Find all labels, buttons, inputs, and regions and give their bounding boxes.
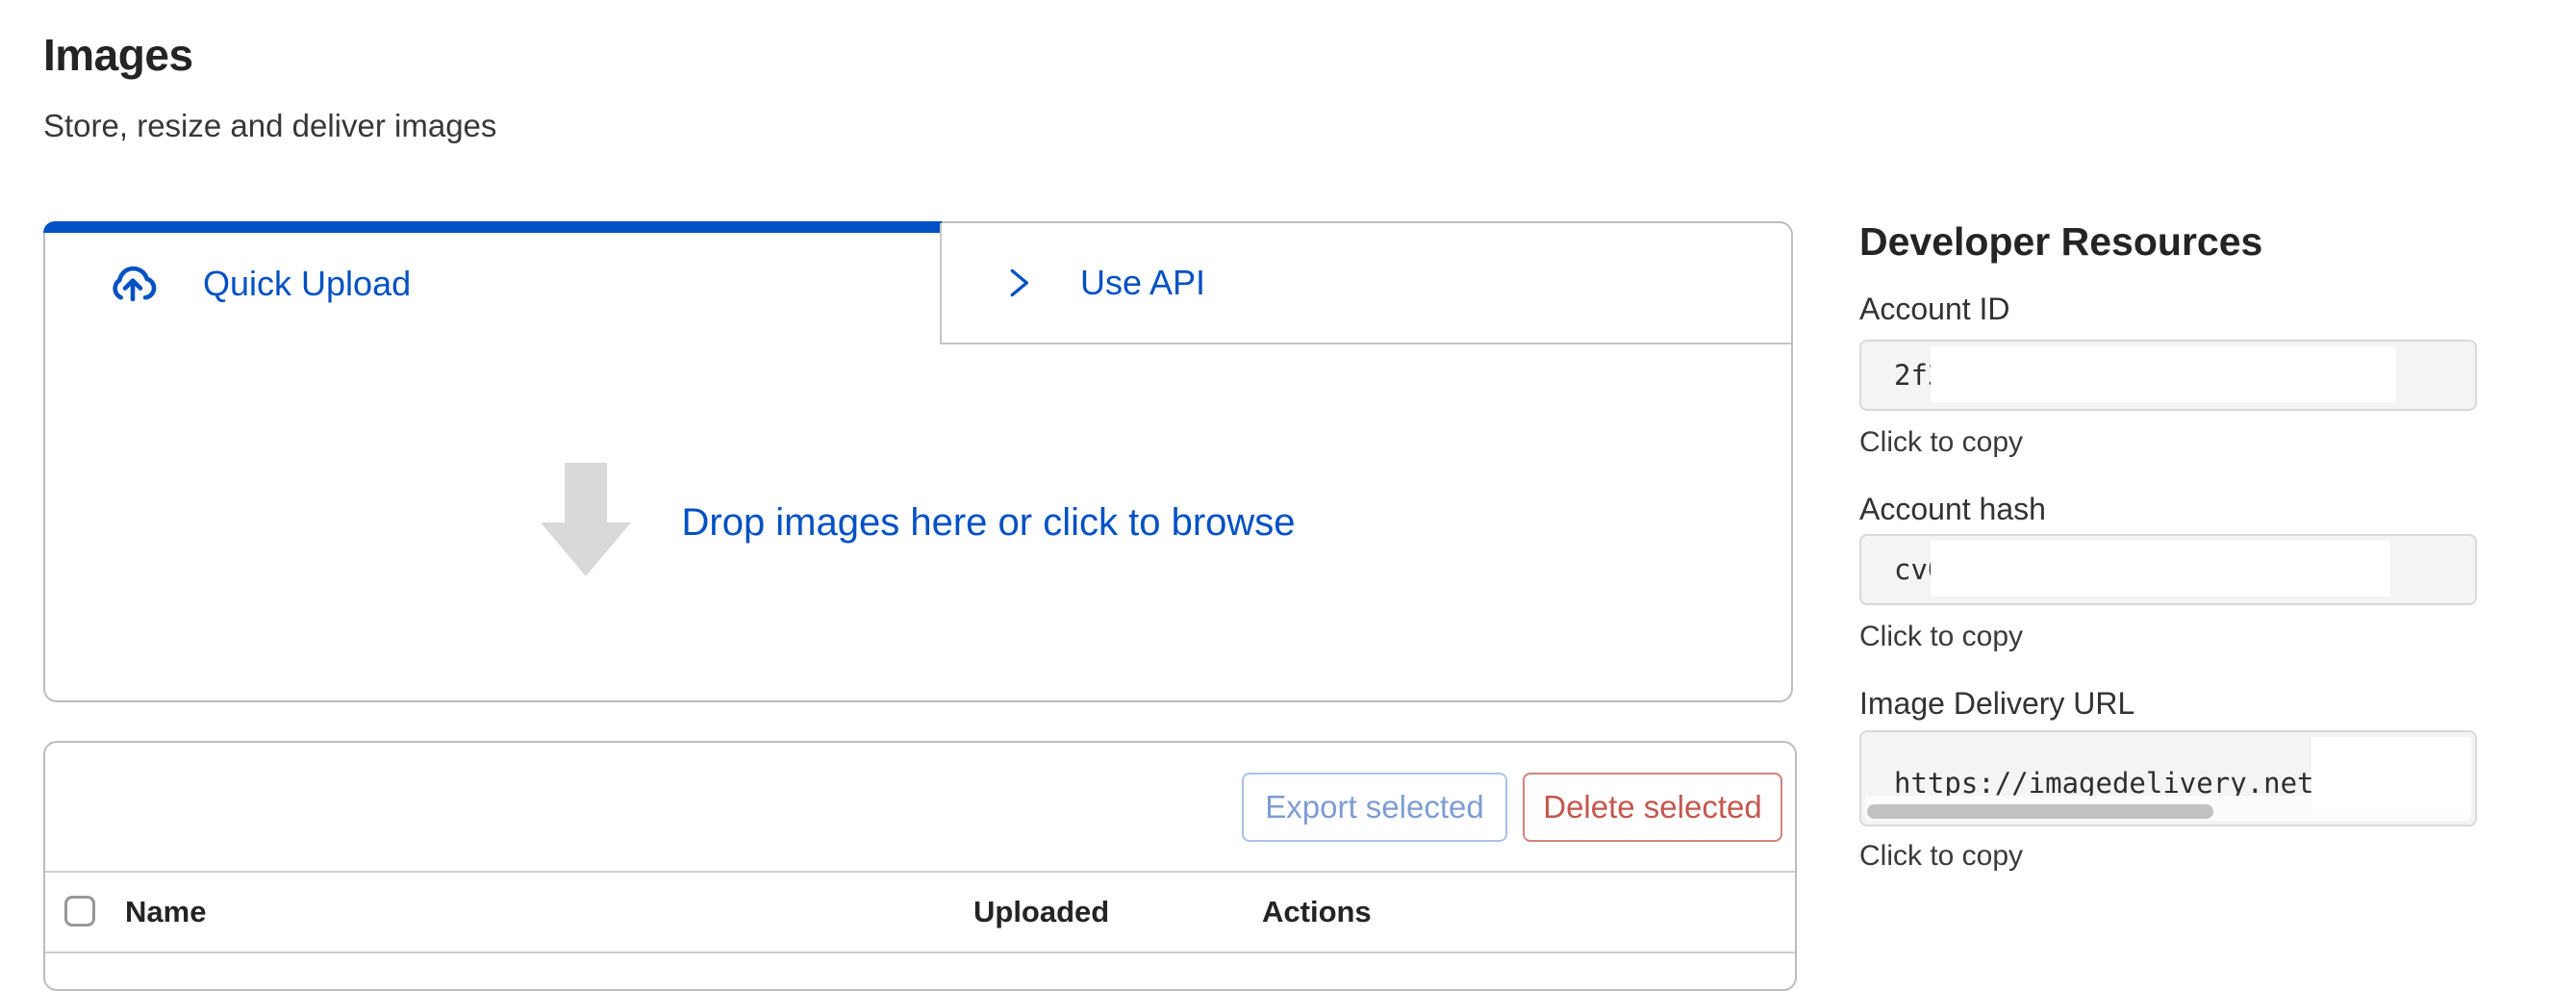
upload-panel: Quick Upload Use API Drop images here or… — [43, 221, 1793, 702]
image-table-card: Export selected Delete selected Name Upl… — [43, 741, 1797, 991]
column-header-actions: Actions — [1262, 895, 1372, 929]
page-title: Images — [43, 29, 193, 81]
table-header-row: Name Uploaded Actions — [45, 871, 1795, 953]
cloud-upload-icon — [105, 256, 161, 312]
horizontal-scrollbar-thumb[interactable] — [1867, 804, 2213, 819]
image-delivery-url-copy-hint: Click to copy — [1859, 840, 2023, 873]
delete-selected-button[interactable]: Delete selected — [1523, 773, 1782, 842]
chevron-right-icon — [999, 258, 1038, 308]
developer-resources-title: Developer Resources — [1859, 219, 2262, 265]
select-all-checkbox[interactable] — [64, 896, 95, 927]
image-delivery-url-label: Image Delivery URL — [1859, 686, 2134, 722]
export-selected-button[interactable]: Export selected — [1242, 773, 1507, 842]
account-hash-copy-hint: Click to copy — [1859, 621, 2023, 653]
image-dropzone[interactable]: Drop images here or click to browse — [45, 344, 1791, 700]
account-hash-label: Account hash — [1859, 492, 2046, 527]
account-id-copy-hint: Click to copy — [1859, 426, 2023, 459]
tab-use-api[interactable]: Use API — [940, 223, 1791, 344]
account-id-label: Account ID — [1859, 292, 2010, 327]
redaction-overlay — [2311, 737, 2471, 814]
bulk-actions-row: Export selected Delete selected — [45, 743, 1795, 871]
arrow-down-icon — [541, 463, 631, 583]
column-header-name: Name — [125, 895, 206, 929]
image-delivery-url-field[interactable]: https://imagedelivery.net/cv0JS — [1859, 730, 2477, 826]
redaction-overlay — [1931, 541, 2390, 597]
page-subtitle: Store, resize and deliver images — [43, 108, 496, 144]
tab-use-api-label: Use API — [1080, 263, 1205, 303]
tab-row: Quick Upload Use API — [45, 223, 1791, 344]
account-hash-field[interactable]: cv0J — [1859, 534, 2477, 605]
column-header-uploaded: Uploaded — [973, 895, 1109, 929]
tab-quick-upload[interactable]: Quick Upload — [45, 223, 940, 344]
tab-quick-upload-label: Quick Upload — [203, 264, 411, 304]
dropzone-label: Drop images here or click to browse — [681, 501, 1295, 545]
account-id-field[interactable]: 2f3d — [1859, 340, 2477, 411]
redaction-overlay — [1931, 346, 2396, 402]
